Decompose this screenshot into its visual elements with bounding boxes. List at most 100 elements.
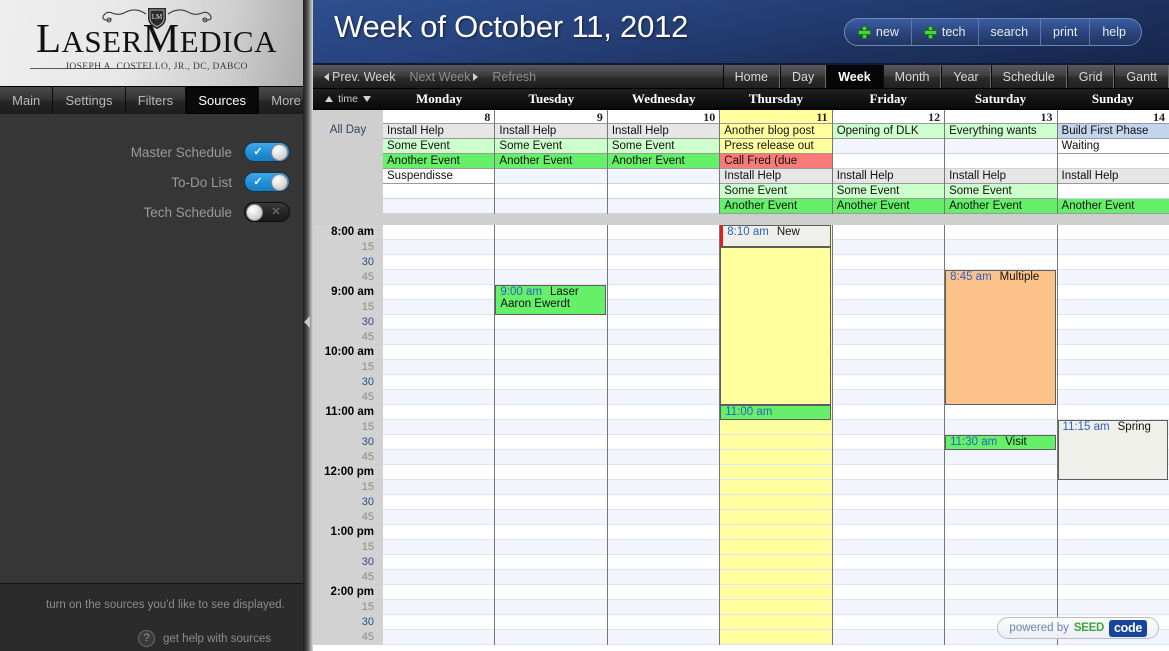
time-slot[interactable]: [1057, 600, 1169, 615]
time-slot[interactable]: [607, 375, 720, 390]
time-slot[interactable]: [495, 555, 607, 570]
time-slot[interactable]: [495, 495, 607, 510]
time-slot[interactable]: [495, 315, 607, 330]
time-slot[interactable]: [607, 255, 720, 270]
time-slot[interactable]: [607, 405, 720, 420]
time-slot[interactable]: [832, 600, 945, 615]
view-tab-schedule[interactable]: Schedule: [990, 65, 1067, 88]
time-slot[interactable]: [832, 300, 945, 315]
day-number[interactable]: 13: [945, 110, 1057, 124]
time-slot[interactable]: [607, 390, 720, 405]
day-number[interactable]: 12: [832, 110, 945, 124]
all-day-event[interactable]: Install Help: [945, 169, 1057, 184]
time-slot[interactable]: [832, 375, 945, 390]
time-slot[interactable]: [607, 330, 720, 345]
day-number[interactable]: 11: [720, 110, 832, 124]
time-slot[interactable]: [832, 330, 945, 345]
calendar-event[interactable]: 11:00 am: [720, 405, 831, 420]
time-slot[interactable]: [720, 525, 832, 540]
time-slot[interactable]: [495, 360, 607, 375]
time-slot[interactable]: [720, 630, 832, 645]
time-slot[interactable]: [945, 495, 1057, 510]
time-slot[interactable]: [1057, 405, 1169, 420]
all-day-event[interactable]: Suspendisse: [383, 169, 495, 184]
time-slot[interactable]: [607, 240, 720, 255]
time-slot[interactable]: [383, 555, 495, 570]
time-slot[interactable]: [1057, 570, 1169, 585]
time-slot[interactable]: [1057, 495, 1169, 510]
calendar-event[interactable]: 8:45 am Multiple: [945, 270, 1056, 405]
time-slot[interactable]: [832, 420, 945, 435]
time-slot[interactable]: [1057, 225, 1169, 240]
time-slot[interactable]: [720, 435, 832, 450]
time-slot[interactable]: [383, 390, 495, 405]
day-number[interactable]: 9: [495, 110, 607, 124]
time-slot[interactable]: [495, 465, 607, 480]
tech-button[interactable]: tech: [912, 19, 979, 45]
calendar-event[interactable]: 11:15 am Spring: [1057, 420, 1168, 480]
time-slot[interactable]: [495, 630, 607, 645]
time-slot[interactable]: [945, 525, 1057, 540]
get-help-with-sources-link[interactable]: ? get help with sources: [138, 630, 271, 647]
time-slot[interactable]: [607, 480, 720, 495]
time-slot[interactable]: [607, 270, 720, 285]
prev-week-button[interactable]: Prev. Week: [317, 70, 402, 84]
time-slot[interactable]: [383, 570, 495, 585]
time-slot[interactable]: [383, 375, 495, 390]
day-number[interactable]: 8: [383, 110, 495, 124]
time-slot[interactable]: [383, 360, 495, 375]
calendar-event[interactable]: 8:10 am New: [720, 225, 831, 247]
refresh-button[interactable]: Refresh: [485, 70, 543, 84]
time-slot[interactable]: [607, 345, 720, 360]
time-slot[interactable]: [832, 270, 945, 285]
time-slot[interactable]: [383, 330, 495, 345]
day-number[interactable]: 14: [1057, 110, 1169, 124]
time-slot[interactable]: [832, 465, 945, 480]
time-slot[interactable]: [832, 285, 945, 300]
all-day-event[interactable]: Another blog post: [720, 124, 832, 139]
time-slot[interactable]: [607, 615, 720, 630]
time-slot[interactable]: [832, 255, 945, 270]
time-slot[interactable]: [1057, 345, 1169, 360]
toggle-to-do-list[interactable]: ✓: [244, 172, 290, 192]
all-day-event[interactable]: Some Event: [945, 184, 1057, 199]
toggle-master-schedule[interactable]: ✓: [244, 142, 290, 162]
time-slot[interactable]: [383, 240, 495, 255]
time-slot[interactable]: [383, 405, 495, 420]
time-slot[interactable]: [495, 405, 607, 420]
all-day-event[interactable]: Install Help: [1057, 169, 1169, 184]
view-tab-day[interactable]: Day: [779, 65, 827, 88]
time-slot[interactable]: [832, 495, 945, 510]
time-slot[interactable]: [383, 630, 495, 645]
calendar-event[interactable]: [720, 247, 831, 405]
time-slot[interactable]: [945, 240, 1057, 255]
time-slot[interactable]: [832, 435, 945, 450]
time-slot[interactable]: [607, 450, 720, 465]
time-slot[interactable]: [383, 540, 495, 555]
time-slot[interactable]: [607, 555, 720, 570]
time-slot[interactable]: [495, 450, 607, 465]
sidebar-tab-sources[interactable]: Sources: [186, 87, 260, 114]
time-slot[interactable]: [607, 525, 720, 540]
time-slot[interactable]: [720, 570, 832, 585]
all-day-event[interactable]: Install Help: [383, 124, 495, 139]
view-tab-gantt[interactable]: Gantt: [1114, 65, 1169, 88]
all-day-event[interactable]: Install Help: [832, 169, 945, 184]
time-slot[interactable]: [607, 600, 720, 615]
all-day-event[interactable]: Some Event: [495, 139, 607, 154]
time-slot[interactable]: [383, 255, 495, 270]
time-slot[interactable]: [495, 255, 607, 270]
time-slot[interactable]: [607, 495, 720, 510]
time-slot[interactable]: [495, 435, 607, 450]
view-tab-month[interactable]: Month: [882, 65, 942, 88]
time-slot[interactable]: [495, 390, 607, 405]
powered-by-seedcode-badge[interactable]: powered by SEED code: [997, 617, 1159, 639]
sidebar-collapse-handle[interactable]: [303, 0, 313, 651]
time-slot[interactable]: [607, 285, 720, 300]
time-slot[interactable]: [383, 225, 495, 240]
time-slot[interactable]: [832, 525, 945, 540]
time-slot[interactable]: [1057, 255, 1169, 270]
time-slot[interactable]: [383, 525, 495, 540]
time-slot[interactable]: [720, 495, 832, 510]
time-slot[interactable]: [1057, 360, 1169, 375]
